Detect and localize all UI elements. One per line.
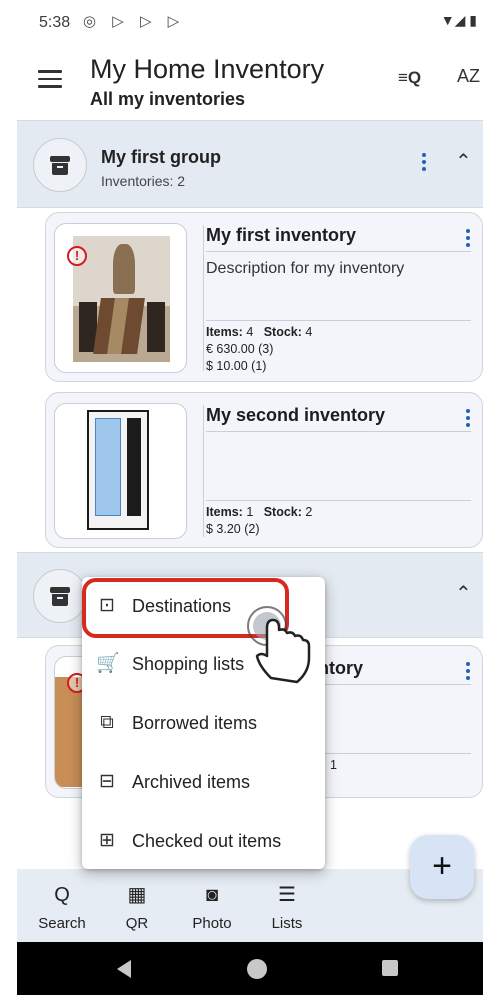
menu-item-label: Shopping lists: [132, 654, 245, 674]
menu-item-checked-out-items[interactable]: ⊞ Checked out items: [82, 812, 325, 870]
group-avatar: [33, 569, 87, 623]
nav-lists[interactable]: ☰ Lists: [252, 881, 322, 932]
notification-icons: ◎ ▷ ▷ ▷: [83, 13, 186, 30]
inventory-card[interactable]: ! My first inventory Description for my …: [45, 212, 483, 382]
inventory-stats: Items: 4 Stock: 4 € 630.00 (3) $ 10.00 (…: [206, 325, 313, 373]
back-icon[interactable]: [117, 960, 131, 978]
recents-icon[interactable]: [382, 960, 398, 976]
status-time: 5:38: [39, 14, 71, 31]
nav-search[interactable]: Q Search: [27, 881, 97, 932]
nav-photo[interactable]: ◙ Photo: [177, 881, 247, 932]
filter-search-icon[interactable]: ≡Q: [398, 68, 421, 88]
collapse-icon[interactable]: ⌃: [455, 149, 472, 174]
sort-az-icon[interactable]: AZ: [457, 66, 480, 87]
room-photo: [73, 236, 170, 362]
archive-icon: ⊟: [99, 771, 115, 792]
archive-box-icon: [50, 587, 70, 606]
search-icon: Q: [54, 884, 70, 906]
system-navigation-bar: [17, 942, 483, 995]
nav-qr[interactable]: ▦ QR: [102, 881, 172, 932]
inventory-stats: Items: 1 Stock: 2 $ 3.20 (2): [206, 505, 313, 536]
group-name: My first group: [101, 147, 221, 167]
borrowed-icon: ⧉: [100, 712, 114, 733]
more-vert-icon[interactable]: [466, 409, 472, 430]
inventory-description: Description for my inventory: [206, 260, 405, 277]
app-subtitle: All my inventories: [90, 89, 246, 109]
tap-hand-icon: [247, 606, 311, 684]
inventory-card[interactable]: My second inventory Items: 1 Stock: 2 $ …: [45, 392, 483, 548]
inventory-thumbnail: !: [54, 223, 187, 373]
app-bar: My Home Inventory All my inventories ≡Q …: [17, 46, 483, 120]
boxes-photo: [55, 677, 85, 787]
qr-icon: ▦: [127, 884, 147, 906]
group-header[interactable]: My first group Inventories: 2 ⌃: [17, 120, 483, 208]
menu-item-label: Checked out items: [132, 831, 282, 851]
group-count: Inventories: 2: [101, 173, 186, 189]
group-avatar: [33, 138, 87, 192]
menu-item-label: Archived items: [132, 772, 251, 792]
alert-icon: !: [67, 246, 87, 266]
system-status-icons: ▼◢ ▮: [440, 12, 477, 28]
more-vert-icon[interactable]: [466, 229, 472, 250]
cart-icon: 🛒: [96, 653, 120, 674]
menu-item-label: Borrowed items: [132, 713, 258, 733]
menu-item-borrowed-items[interactable]: ⧉ Borrowed items: [82, 694, 325, 752]
screen-edge: [0, 0, 17, 995]
menu-icon[interactable]: [38, 70, 62, 88]
archive-box-icon: [50, 156, 70, 175]
inventory-name: My first inventory: [206, 225, 357, 245]
camera-icon: ◙: [205, 884, 219, 906]
menu-item-archived-items[interactable]: ⊟ Archived items: [82, 753, 325, 811]
inventory-value: $ 10.00 (1): [206, 359, 267, 373]
more-vert-icon[interactable]: [422, 153, 428, 174]
app-screen: 5:38 ◎ ▷ ▷ ▷ ▼◢ ▮ My Home Inventory All …: [0, 0, 483, 995]
pc-case-photo: [87, 410, 149, 530]
more-vert-icon[interactable]: [466, 662, 472, 683]
list-icon: ☰: [278, 884, 296, 906]
checkout-icon: ⊞: [99, 830, 115, 851]
inventory-name: My second inventory: [206, 405, 386, 425]
inventory-value: $ 3.20 (2): [206, 522, 260, 536]
inventory-stats: 1: [330, 758, 337, 772]
inventory-thumbnail: [54, 403, 187, 539]
status-bar: 5:38 ◎ ▷ ▷ ▷ ▼◢ ▮: [17, 0, 483, 46]
app-title: My Home Inventory: [90, 54, 325, 84]
inventory-value: € 630.00 (3): [206, 342, 274, 356]
collapse-icon[interactable]: ⌃: [455, 581, 472, 606]
home-icon[interactable]: [247, 959, 267, 979]
add-fab-button[interactable]: +: [410, 835, 474, 899]
